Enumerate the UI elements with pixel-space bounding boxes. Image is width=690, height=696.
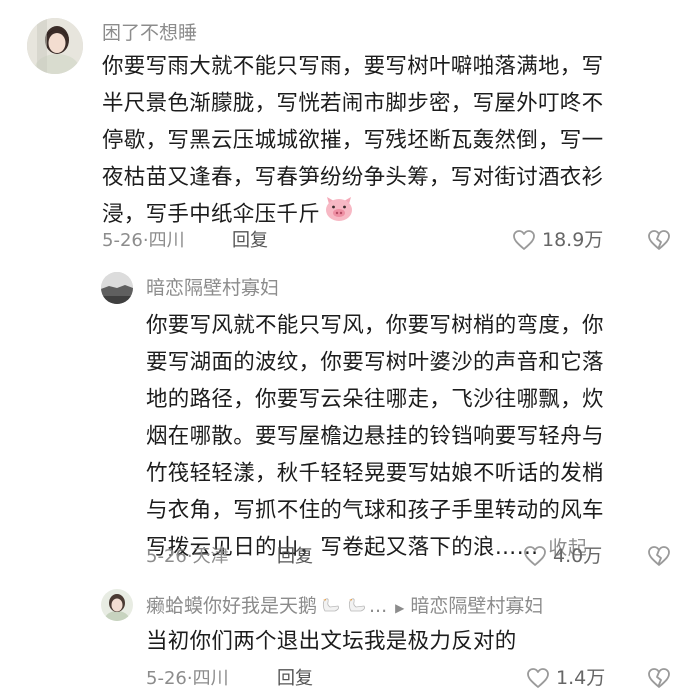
comment-location: 四川	[192, 668, 229, 689]
pig-face-emoji	[324, 196, 354, 234]
comment-text: 你要写风就不能只写风，你要写树梢的弯度，你 要写湖面的波纹，你要写树叶婆沙的声音…	[146, 307, 604, 567]
comment-meta: 5-26·四川	[102, 230, 185, 251]
comment-line: 要写湖面的波纹，你要写树叶婆沙的声音和它落	[146, 350, 604, 375]
play-arrow-icon: ▶	[395, 601, 405, 615]
comment-line: 竹筏轻轻漾，秋千轻轻晃要写姑娘不听话的发梢	[146, 461, 604, 486]
comment-line: 你要写风就不能只写风，你要写树梢的弯度，你	[146, 313, 604, 338]
heart-outline-icon	[527, 668, 549, 688]
like-count: 4.0万	[553, 545, 603, 567]
comment-line: 半尺景色渐朦胧，写恍若闹市脚步密，写屋外叮咚不	[102, 91, 604, 116]
comment-meta: 5-26·天津	[146, 546, 229, 567]
comment-line: 夜枯苗又逢春，写春笋纷纷争头筹，写对街讨酒衣衫	[102, 165, 604, 190]
comment-meta: 5-26·四川	[146, 668, 229, 689]
comment-line: 烟在哪散。要写屋檐边悬挂的铃铛响要写轻舟与	[146, 424, 604, 449]
avatar[interactable]	[101, 272, 133, 304]
like-button[interactable]: 1.4万	[526, 666, 605, 690]
comment-location: 天津	[192, 546, 229, 567]
avatar-image	[101, 589, 133, 621]
username[interactable]: 困了不想睡	[102, 21, 197, 45]
comment-line: 当初你们两个退出文坛我是极力反对的	[146, 629, 517, 654]
dislike-button[interactable]	[647, 229, 671, 255]
username[interactable]: 癞蛤蟆你好我是天鹅	[146, 595, 317, 617]
swan-emoji	[345, 595, 367, 619]
reply-button[interactable]: 回复	[277, 667, 313, 691]
like-count: 18.9万	[542, 229, 604, 251]
comment-line: 地的路径，你要写云朵往哪走，飞沙往哪飘，炊	[146, 387, 604, 412]
like-count: 1.4万	[556, 667, 606, 689]
reply-button[interactable]: 回复	[232, 229, 268, 253]
comment-date: 5-26	[102, 230, 143, 251]
broken-heart-icon	[648, 668, 670, 688]
username-ellipsis: ...	[369, 595, 388, 617]
like-button[interactable]: 18.9万	[512, 228, 603, 252]
comment-location: 四川	[148, 230, 185, 251]
broken-heart-icon	[648, 230, 670, 250]
comment-date: 5-26	[146, 668, 187, 689]
comment-line: 停歇，写黑云压城城欲摧，写残坯断瓦轰然倒，写一	[102, 128, 604, 153]
avatar[interactable]	[27, 18, 83, 74]
comment-date: 5-26	[146, 546, 187, 567]
heart-outline-icon	[513, 230, 535, 250]
avatar-image	[27, 18, 83, 74]
dislike-button[interactable]	[647, 545, 671, 571]
avatar-image	[101, 272, 133, 304]
swan-emoji	[319, 595, 341, 619]
comment-text: 你要写雨大就不能只写雨，要写树叶噼啪落满地，写 半尺景色渐朦胧，写恍若闹市脚步密…	[102, 48, 603, 234]
avatar[interactable]	[101, 589, 133, 621]
heart-outline-icon	[524, 546, 546, 566]
username[interactable]: 暗恋隔壁村寡妇	[146, 276, 279, 300]
reply-button[interactable]: 回复	[277, 545, 313, 569]
comment-text: 当初你们两个退出文坛我是极力反对的	[146, 623, 517, 660]
broken-heart-icon	[648, 546, 670, 566]
like-button[interactable]: 4.0万	[523, 544, 602, 568]
comment-line: 你要写雨大就不能只写雨，要写树叶噼啪落满地，写	[102, 54, 604, 79]
comment-line: 与衣角，写抓不住的气球和孩子手里转动的风车	[146, 498, 604, 523]
reply-to-username[interactable]: 暗恋隔壁村寡妇	[410, 595, 543, 617]
username-row: 癞蛤蟆你好我是天鹅... ▶ 暗恋隔壁村寡妇	[146, 594, 543, 620]
dislike-button[interactable]	[647, 667, 671, 693]
